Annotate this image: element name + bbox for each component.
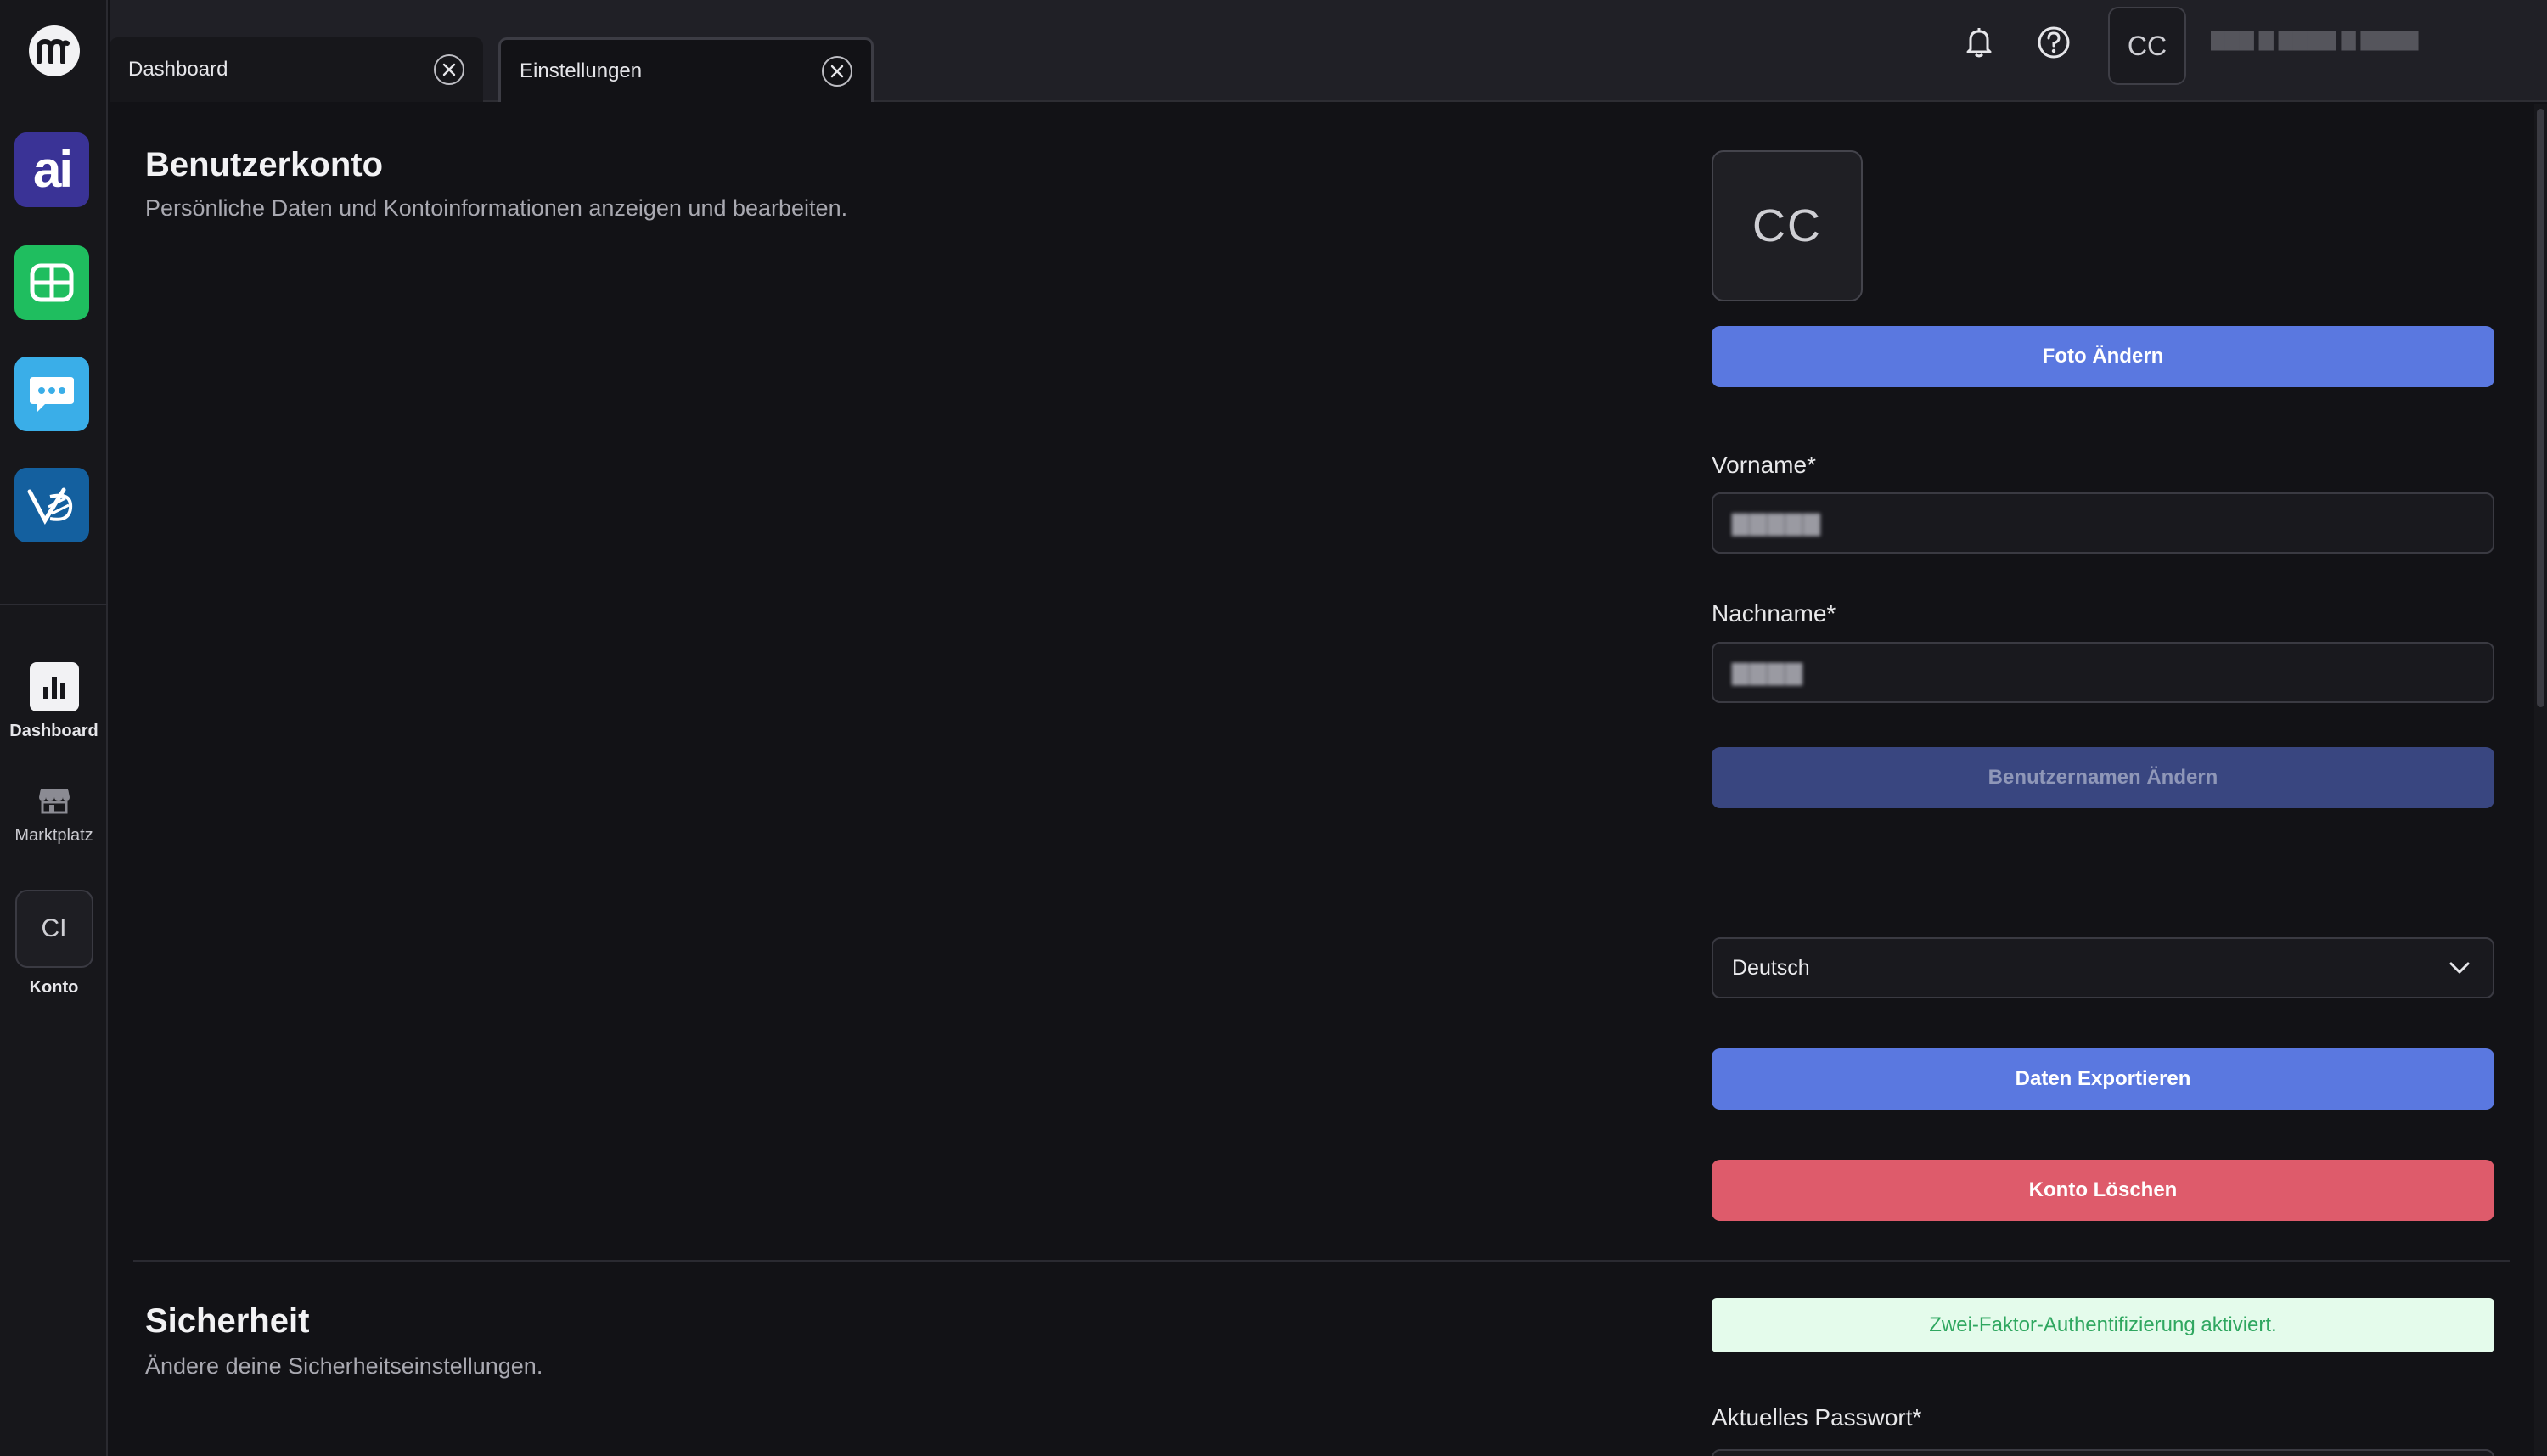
first-name-input[interactable]: ▇▇▇▇▇ <box>1712 492 2494 554</box>
two-factor-status-badge: Zwei-Faktor-Authentifizierung aktiviert. <box>1712 1298 2494 1352</box>
grid-app-icon <box>30 263 74 302</box>
current-password-input[interactable] <box>1712 1449 2494 1456</box>
app-root: ai Dashboard Marktplatz CI Konto Dashboa… <box>0 0 2547 1456</box>
security-section-description: Ändere deine Sicherheitseinstellungen. <box>145 1353 543 1379</box>
account-section-title: Benutzerkonto <box>145 146 383 183</box>
account-section-description: Persönliche Daten und Kontoinformationen… <box>145 195 848 221</box>
last-name-value: ▇▇▇▇ <box>1732 659 1803 685</box>
dashboard-icon <box>29 662 79 711</box>
scrollbar-thumb[interactable] <box>2537 109 2544 707</box>
main-scrollbar[interactable] <box>2534 104 2547 1456</box>
user-avatar[interactable]: CC <box>2108 7 2186 85</box>
settings-content: Benutzerkonto Persönliche Daten und Kont… <box>110 104 2531 1456</box>
account-avatar: CI <box>14 890 93 968</box>
help-icon[interactable] <box>2035 24 2072 61</box>
notifications-bell-icon[interactable] <box>1960 24 1998 61</box>
last-name-input[interactable]: ▇▇▇▇ <box>1712 642 2494 703</box>
nav-account-label: Konto <box>29 978 79 997</box>
app-logo[interactable] <box>0 0 108 102</box>
chat-app-icon <box>30 377 74 413</box>
rail-divider <box>0 604 108 605</box>
language-select[interactable]: Deutsch <box>1712 937 2494 998</box>
app-grid-tile[interactable] <box>14 245 89 320</box>
chevron-down-icon <box>2449 962 2470 974</box>
tab-dashboard-label: Dashboard <box>128 58 228 81</box>
v-app-icon <box>27 487 73 526</box>
nav-marketplace[interactable]: Marktplatz <box>0 785 108 846</box>
current-password-label: Aktuelles Passwort* <box>1712 1404 1922 1431</box>
nav-marketplace-label: Marktplatz <box>14 826 93 845</box>
language-select-value: Deutsch <box>1732 955 1810 980</box>
top-bar: Dashboard Einstellungen CC ▇▇▇ ▇ ▇▇▇▇ ▇ … <box>110 0 2547 102</box>
tab-settings-label: Einstellungen <box>520 59 643 82</box>
change-username-button[interactable]: Benutzernamen Ändern <box>1712 747 2494 808</box>
user-name[interactable]: ▇▇▇ ▇ ▇▇▇▇ ▇ ▇▇▇▇ <box>2211 29 2547 54</box>
first-name-value: ▇▇▇▇▇ <box>1732 509 1821 536</box>
last-name-label: Nachname* <box>1712 600 1836 627</box>
security-section-title: Sicherheit <box>145 1302 310 1340</box>
change-photo-button[interactable]: Foto Ändern <box>1712 326 2494 387</box>
export-data-button[interactable]: Daten Exportieren <box>1712 1048 2494 1110</box>
close-icon[interactable] <box>822 55 852 87</box>
profile-avatar: CC <box>1712 150 1863 301</box>
section-divider <box>133 1260 2510 1262</box>
store-icon <box>38 789 70 814</box>
nav-account[interactable]: CI Konto <box>0 890 108 998</box>
close-icon[interactable] <box>434 54 464 85</box>
nav-dashboard[interactable]: Dashboard <box>0 662 108 741</box>
app-ai-tile[interactable]: ai <box>14 132 89 207</box>
delete-account-button[interactable]: Konto Löschen <box>1712 1160 2494 1221</box>
ai-app-icon: ai <box>32 141 73 198</box>
nav-dashboard-label: Dashboard <box>9 722 98 740</box>
first-name-label: Vorname* <box>1712 452 1816 478</box>
tab-settings[interactable]: Einstellungen <box>498 37 874 102</box>
app-v-tile[interactable] <box>14 468 89 542</box>
logo-icon <box>28 25 80 76</box>
left-rail: ai Dashboard Marktplatz CI Konto <box>0 0 108 1456</box>
app-chat-tile[interactable] <box>14 357 89 431</box>
tab-dashboard[interactable]: Dashboard <box>110 37 483 102</box>
